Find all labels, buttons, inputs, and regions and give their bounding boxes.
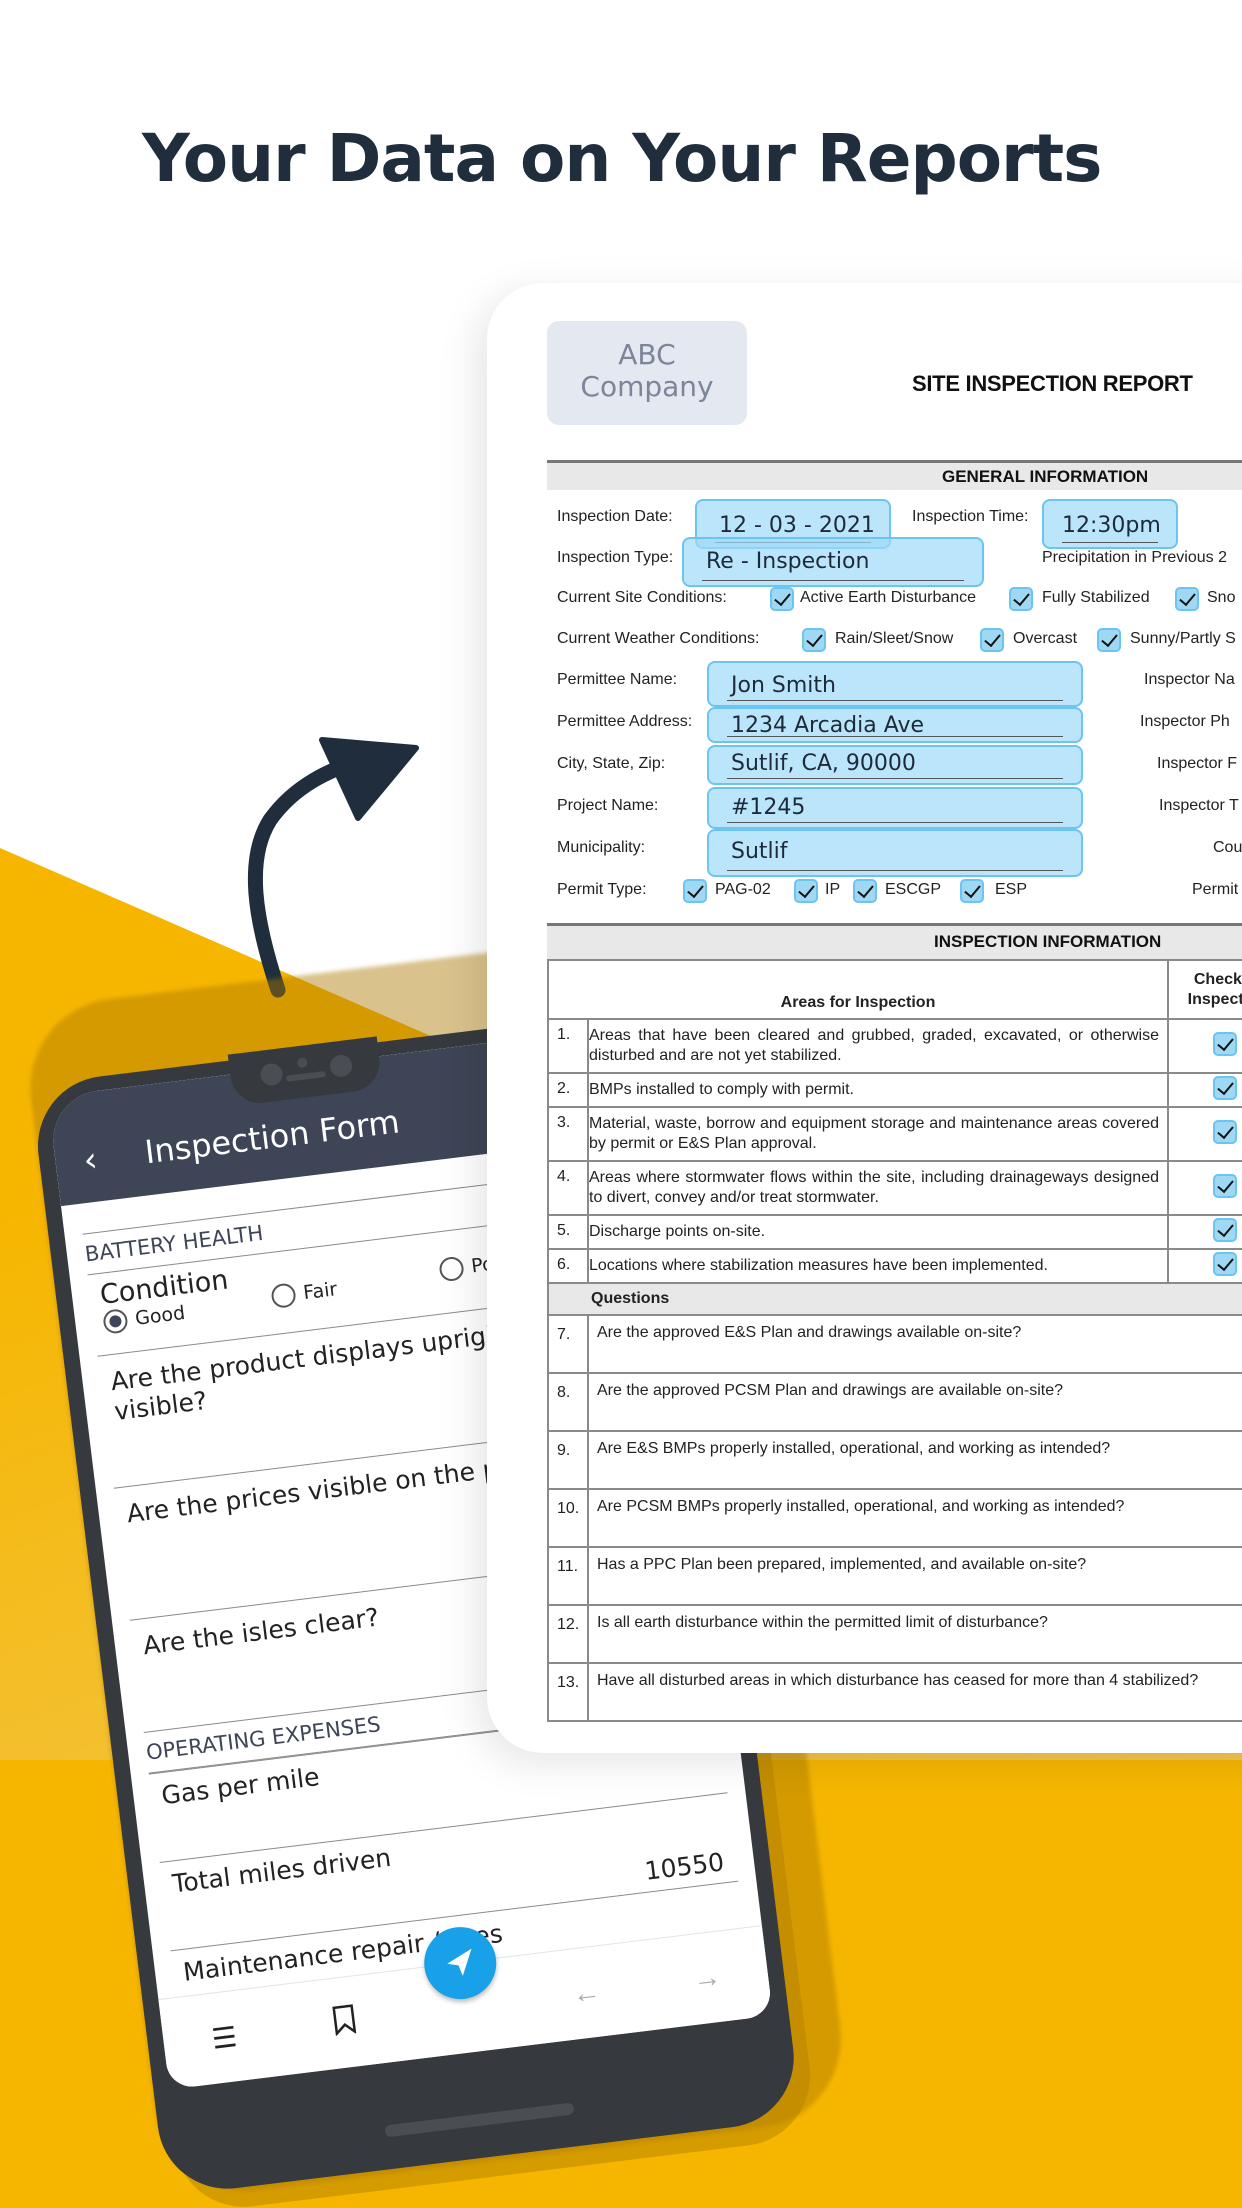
inspection-time-label: Inspection Time: [912, 508, 1029, 525]
inspection-time-field[interactable]: 12:30pm [1042, 499, 1178, 549]
question-row: 8. Are the approved PCSM Plan and drawin… [547, 1372, 1242, 1432]
checkbox-sunny[interactable] [1097, 628, 1121, 652]
checkbox-inspected[interactable] [1213, 1217, 1237, 1242]
col-check-header: Check if Inspected [1167, 959, 1242, 1020]
checkbox-inspected[interactable] [1213, 1031, 1237, 1056]
checkbox-fully-stabilized[interactable] [1009, 587, 1033, 611]
checkbox-inspected[interactable] [1213, 1119, 1237, 1144]
question-row: 9. Are E&S BMPs properly installed, oper… [547, 1430, 1242, 1490]
radio-unselected-icon [438, 1255, 465, 1283]
col-areas-header: Areas for Inspection [547, 959, 1169, 1020]
question-row: 11. Has a PPC Plan been prepared, implem… [547, 1546, 1242, 1606]
arrow-right-icon[interactable]: → [660, 1957, 753, 2000]
chevron-left-icon[interactable]: ‹ [81, 1140, 99, 1181]
inspection-type-field[interactable]: Re - Inspection [682, 537, 984, 587]
site-conditions-label: Current Site Conditions: [557, 589, 727, 606]
question-row: 13. Have all disturbed areas in which di… [547, 1662, 1242, 1722]
site-inspection-report: ABC Company SITE INSPECTION REPORT GENER… [487, 283, 1242, 1753]
permit-type-label: Permit Type: [557, 881, 647, 898]
inspection-table: Areas for Inspection Check if Inspected … [547, 959, 1242, 1722]
checkbox-rain-sleet-snow[interactable] [802, 628, 826, 652]
question-row: 7. Are the approved E&S Plan and drawing… [547, 1314, 1242, 1374]
checkbox-ip[interactable] [794, 879, 818, 903]
send-icon [447, 1948, 472, 1976]
municipality-field[interactable]: Sutlif [707, 829, 1083, 877]
page-headline: Your Data on Your Reports [142, 120, 1102, 197]
checkbox-inspected[interactable] [1213, 1075, 1237, 1100]
general-information-header: GENERAL INFORMATION [547, 460, 1242, 490]
table-row: 6. Locations where stabilization measure… [547, 1248, 1242, 1284]
radio-selected-icon [102, 1307, 129, 1335]
weather-conditions-label: Current Weather Conditions: [557, 630, 760, 647]
permittee-name-field[interactable]: Jon Smith [707, 661, 1083, 707]
table-row: 5. Discharge points on-site. [547, 1214, 1242, 1250]
question-row: 12. Is all earth disturbance within the … [547, 1604, 1242, 1664]
checkbox-escgp[interactable] [853, 879, 877, 903]
project-name-field[interactable]: #1245 [707, 787, 1083, 829]
checkbox-pag-02[interactable] [683, 879, 707, 903]
inspection-date-label: Inspection Date: [557, 508, 673, 525]
table-row: 1. Areas that have been cleared and grub… [547, 1018, 1242, 1074]
company-logo: ABC Company [547, 321, 747, 425]
inspection-information-header: INSPECTION INFORMATION [547, 923, 1242, 959]
questions-header: Questions [547, 1282, 1242, 1316]
checkbox-snow[interactable] [1175, 587, 1199, 611]
city-state-zip-field[interactable]: Sutlif, CA, 90000 [707, 745, 1083, 785]
question-row: 10. Are PCSM BMPs properly installed, op… [547, 1488, 1242, 1548]
bookmark-icon[interactable] [298, 1999, 392, 2047]
checkbox-active-earth-disturbance[interactable] [770, 587, 794, 611]
report-title: SITE INSPECTION REPORT [912, 371, 1193, 396]
checkbox-inspected[interactable] [1213, 1251, 1237, 1276]
table-row: 2. BMPs installed to comply with permit. [547, 1072, 1242, 1108]
app-title: Inspection Form [142, 1102, 402, 1172]
checkbox-overcast[interactable] [980, 628, 1004, 652]
radio-unselected-icon [270, 1282, 297, 1310]
checkbox-inspected[interactable] [1213, 1173, 1237, 1198]
inspection-type-label: Inspection Type: [557, 549, 674, 566]
checkbox-esp[interactable] [960, 879, 984, 903]
permittee-address-field[interactable]: 1234 Arcadia Ave [707, 707, 1083, 743]
table-row: 3. Material, waste, borrow and equipment… [547, 1106, 1242, 1162]
table-row: 4. Areas where stormwater flows within t… [547, 1160, 1242, 1216]
arrow-left-icon[interactable]: ← [540, 1972, 633, 2015]
home-indicator [384, 2102, 575, 2138]
precipitation-label: Precipitation in Previous 2 [1042, 549, 1227, 566]
menu-icon[interactable]: ☰ [178, 2016, 271, 2060]
